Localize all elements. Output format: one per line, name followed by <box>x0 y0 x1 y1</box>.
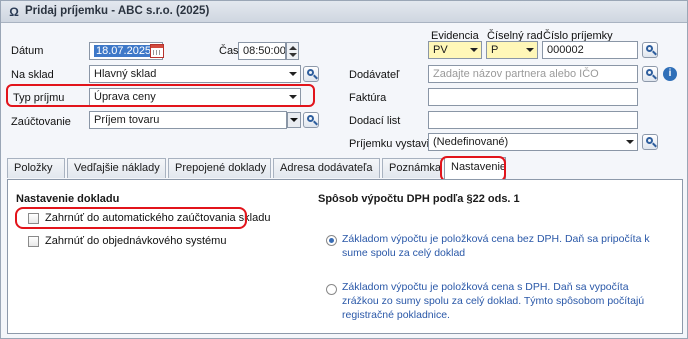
na-sklad-value: Hlavný sklad <box>94 68 157 80</box>
chevron-down-icon <box>626 140 634 144</box>
doc-settings-title: Nastavenie dokladu <box>16 193 120 205</box>
chevron-down-icon <box>289 72 297 76</box>
dialog-window: Ω Pridaj príjemku - ABC s.r.o. (2025) Dá… <box>0 0 688 339</box>
vystavil-value: (Nedefinované) <box>433 136 509 148</box>
order-system-checkbox[interactable] <box>28 236 39 247</box>
zauctovanie-dropdown-button[interactable] <box>287 112 301 128</box>
auto-posting-highlight <box>15 207 247 229</box>
zauctovanie-value: Príjem tovaru <box>94 114 160 126</box>
vat-gross-line2: zrážkou zo sumy spolu za celý doklad. Tý… <box>342 295 645 307</box>
app-icon: Ω <box>9 5 19 19</box>
tab-vedlajsie-naklady[interactable]: Vedľajšie náklady <box>67 158 166 178</box>
vystavil-label: Príjemku vystavil <box>349 138 432 150</box>
title-bar: Ω Pridaj príjemku - ABC s.r.o. (2025) <box>1 1 687 23</box>
cas-label: Čas <box>219 45 239 57</box>
settings-panel: Nastavenie dokladu Zahrnúť do automatick… <box>7 179 683 334</box>
vat-method-net-text: Základom výpočtu je položková cena bez D… <box>342 232 650 260</box>
vat-method-radio-gross[interactable] <box>326 284 337 295</box>
order-system-label: Zahrnúť do objednávkového systému <box>45 235 227 247</box>
vat-net-line1: Základom výpočtu je položková cena bez D… <box>342 233 650 245</box>
vat-net-line2: sume spolu za celý doklad <box>342 247 466 259</box>
dodaci-list-label: Dodací list <box>349 115 401 127</box>
zauctovanie-select[interactable]: Príjem tovaru <box>89 111 287 129</box>
vystavil-lookup-icon[interactable] <box>642 134 658 150</box>
cislo-prijemky-lookup-icon[interactable] <box>642 42 658 58</box>
evidencia-select[interactable]: PV <box>428 41 482 59</box>
window-title: Pridaj príjemku - ABC s.r.o. (2025) <box>25 5 210 17</box>
tab-poznamka[interactable]: Poznámka <box>382 158 442 178</box>
tab-polozky[interactable]: Položky <box>7 158 65 178</box>
ciselny-rad-value: P <box>491 44 499 56</box>
vat-gross-line3: registračné pokladnice. <box>342 309 450 321</box>
vat-gross-line1: Základom výpočtu je položková cena s DPH… <box>342 281 629 293</box>
cas-spinner[interactable] <box>286 42 299 60</box>
datum-label: Dátum <box>11 45 44 57</box>
datum-value: 18.07.2025 <box>94 45 154 57</box>
na-sklad-lookup-icon[interactable] <box>303 66 319 82</box>
dodavatel-input[interactable]: Zadajte názov partnera alebo IČO <box>428 65 638 83</box>
info-icon[interactable]: i <box>663 67 677 81</box>
calendar-icon[interactable] <box>150 44 164 58</box>
dodavatel-placeholder: Zadajte názov partnera alebo IČO <box>433 68 599 80</box>
vat-method-radio-net[interactable] <box>326 235 337 246</box>
dodavatel-label: Dodávateľ <box>349 69 400 81</box>
chevron-down-icon <box>526 48 534 52</box>
cas-field[interactable]: 08:50:00 <box>238 42 286 60</box>
evidencia-value: PV <box>433 44 448 56</box>
typ-prijmu-highlight <box>6 84 315 107</box>
zauctovanie-label: Zaúčtovanie <box>11 116 71 128</box>
chevron-down-icon <box>470 48 478 52</box>
spin-down-icon[interactable] <box>289 53 297 57</box>
faktura-input[interactable] <box>428 88 638 106</box>
faktura-label: Faktúra <box>349 92 387 104</box>
dodaci-list-input[interactable] <box>428 111 638 129</box>
vat-method-title: Spôsob výpočtu DPH podľa §22 ods. 1 <box>318 193 520 205</box>
na-sklad-select[interactable]: Hlavný sklad <box>89 65 301 83</box>
vat-method-gross-text: Základom výpočtu je položková cena s DPH… <box>342 280 644 322</box>
vystavil-select[interactable]: (Nedefinované) <box>428 133 638 151</box>
na-sklad-label: Na sklad <box>11 69 54 81</box>
zauctovanie-lookup-icon[interactable] <box>303 112 319 128</box>
cislo-prijemky-field[interactable]: 000002 <box>542 41 638 59</box>
dodavatel-lookup-icon[interactable] <box>642 66 658 82</box>
chevron-down-icon <box>290 118 298 122</box>
spin-up-icon[interactable] <box>289 46 297 50</box>
ciselny-rad-select[interactable]: P <box>486 41 538 59</box>
tab-prepojene-doklady[interactable]: Prepojené doklady <box>168 158 271 178</box>
tab-adresa-dodavatela[interactable]: Adresa dodávateľa <box>273 158 380 178</box>
